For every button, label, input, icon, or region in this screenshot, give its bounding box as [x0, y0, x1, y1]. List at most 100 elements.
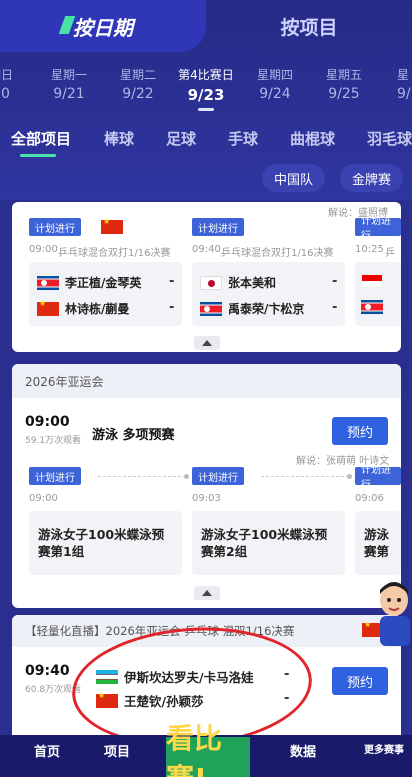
date-value: 9/21 — [53, 86, 85, 102]
event-time: 09:00 — [29, 493, 58, 504]
match-event: 乒乓球混合双打1/16决赛 — [58, 248, 171, 259]
date-weekday: 星 — [397, 68, 410, 82]
event-name-line: 赛第1组 — [38, 544, 85, 559]
sport-tab-hockey[interactable]: 曲棍球 — [290, 128, 335, 149]
nav-more[interactable]: 更多赛事 — [364, 741, 404, 756]
tab-by-date-label: 按日期 — [73, 15, 133, 40]
date-item[interactable]: 期日 20 — [0, 66, 36, 102]
date-value: 9/23 — [187, 86, 225, 104]
north-korea-flag-icon — [37, 275, 59, 290]
sport-filter-bar: 全部项目 棒球 足球 手球 曲棍球 羽毛球 — [0, 128, 412, 152]
section-header: 2026年亚运会 — [12, 364, 401, 398]
match-event: 乒乓球混合双打1/16决赛 — [221, 248, 334, 259]
plan-badge: 计划进行 — [355, 218, 401, 236]
score: - — [169, 274, 175, 289]
sport-tab-baseball[interactable]: 棒球 — [104, 128, 134, 149]
filter-row: 中国队 金牌赛 — [0, 164, 412, 194]
sport-tab-handball[interactable]: 手球 — [228, 128, 258, 149]
collapse-button[interactable] — [194, 336, 220, 350]
match-event: 乒 — [385, 248, 395, 259]
match-time: 09:00 — [29, 244, 58, 255]
date-active-indicator — [198, 108, 214, 111]
date-weekday: 星期五 — [325, 68, 362, 82]
commentary: 解说：张萌萌 叶诗文 — [296, 456, 390, 467]
pingpong-card: 解说：盛照博 计划进行 计划进行 计划进行 09:00 乒乓球混合双打1/16决… — [12, 202, 401, 352]
timeline-line — [98, 476, 186, 477]
tab-by-date[interactable]: 按日期 — [0, 0, 206, 52]
player-row: 林诗栋/蒯曼 — [37, 299, 130, 317]
sport-active-indicator — [20, 154, 56, 157]
plan-badge: 计划进行 — [192, 218, 244, 236]
reserve-button[interactable]: 预约 — [332, 417, 388, 445]
date-item[interactable]: 星期一 9/21 — [34, 66, 104, 102]
japan-flag-icon — [200, 275, 222, 290]
tab-by-event-label: 按项目 — [280, 16, 338, 39]
event-time: 09:06 — [355, 493, 384, 504]
reserve-button[interactable]: 预约 — [332, 667, 388, 695]
match-box[interactable]: 李正植/金琴英 - 林诗栋/蒯曼 - — [29, 262, 182, 326]
event-time: 09:03 — [192, 493, 221, 504]
china-flag-icon — [37, 299, 59, 316]
gold-match-filter[interactable]: 金牌赛 — [340, 164, 404, 192]
nav-home[interactable]: 首页 — [34, 741, 60, 760]
event-name: 游泳 赛第 — [364, 526, 389, 560]
plan-badge: 计划进行 — [29, 218, 81, 236]
event-time: 09:00 — [25, 414, 70, 430]
player-names: 李正植/金琴英 — [65, 276, 142, 290]
player-names: 张本美和 — [228, 276, 277, 290]
match-time: 10:25 — [355, 244, 384, 255]
event-name: 游泳女子100米蝶泳预 赛第2组 — [201, 526, 327, 560]
nav-events[interactable]: 项目 — [104, 741, 130, 760]
event-name-line: 游泳女子100米蝶泳预 — [201, 527, 328, 542]
event-name: 游泳女子100米蝶泳预 赛第1组 — [38, 526, 164, 560]
china-flag-icon — [101, 217, 123, 234]
north-korea-flag-icon — [200, 301, 222, 316]
match-box[interactable] — [355, 262, 401, 326]
date-weekday: 期日 — [0, 68, 13, 82]
nav-data[interactable]: 数据 — [290, 741, 316, 760]
event-time: 09:40 — [25, 663, 70, 679]
date-weekday: 第4比赛日 — [178, 68, 234, 82]
player-names: 禹泰荣/卞松京 — [228, 302, 305, 316]
event-box[interactable]: 游泳 赛第 — [355, 511, 401, 575]
china-team-filter[interactable]: 中国队 — [262, 164, 326, 192]
sport-tab-badminton[interactable]: 羽毛球 — [367, 128, 412, 149]
date-item-active[interactable]: 第4比赛日 9/23 — [171, 66, 241, 104]
date-value: 9/ — [397, 86, 411, 102]
mascot-avatar[interactable] — [372, 582, 412, 646]
sport-tab-football[interactable]: 足球 — [166, 128, 196, 149]
date-weekday: 星期一 — [50, 68, 87, 82]
event-name-line: 游泳 — [364, 527, 390, 542]
event-name-line: 游泳女子100米蝶泳预 — [38, 527, 165, 542]
plan-badge: 计划进行 — [29, 467, 81, 485]
sport-tab-all[interactable]: 全部项目 — [11, 128, 71, 149]
commentary: 解说：盛照博 — [328, 208, 388, 219]
player-row: 张本美和 — [200, 274, 276, 291]
player-row: 禹泰荣/卞松京 — [200, 300, 304, 317]
timeline-dot — [347, 474, 352, 479]
event-title: 游泳 多项预赛 — [92, 428, 175, 443]
event-box[interactable]: 游泳女子100米蝶泳预 赛第1组 — [29, 511, 182, 575]
match-box[interactable]: 张本美和 - 禹泰荣/卞松京 - — [192, 262, 345, 326]
date-item[interactable]: 星 9/ — [377, 66, 412, 102]
indonesia-flag-icon — [361, 274, 383, 288]
collapse-button[interactable] — [194, 586, 220, 600]
event-name-line: 赛第 — [364, 544, 390, 559]
score: - — [169, 300, 175, 315]
date-value: 9/25 — [328, 86, 360, 102]
plan-badge: 计划进行 — [355, 467, 401, 485]
timeline-line — [261, 476, 349, 477]
date-value: 9/24 — [259, 86, 291, 102]
date-item[interactable]: 星期五 9/25 — [309, 66, 379, 102]
date-item[interactable]: 星期二 9/22 — [103, 66, 173, 102]
player-row: 李正植/金琴英 — [37, 274, 141, 291]
nav-watch[interactable]: 看比赛! — [166, 722, 250, 777]
view-count: 59.1万次观看 — [25, 436, 82, 446]
north-korea-flag-icon — [361, 300, 383, 314]
player-names: 林诗栋/蒯曼 — [65, 302, 130, 316]
date-selector: 期日 20 星期一 9/21 星期二 9/22 第4比赛日 9/23 星期四 9… — [0, 66, 412, 112]
tab-by-event[interactable]: 按项目 — [206, 0, 412, 52]
date-item[interactable]: 星期四 9/24 — [240, 66, 310, 102]
event-name-line: 赛第2组 — [201, 544, 248, 559]
event-box[interactable]: 游泳女子100米蝶泳预 赛第2组 — [192, 511, 345, 575]
